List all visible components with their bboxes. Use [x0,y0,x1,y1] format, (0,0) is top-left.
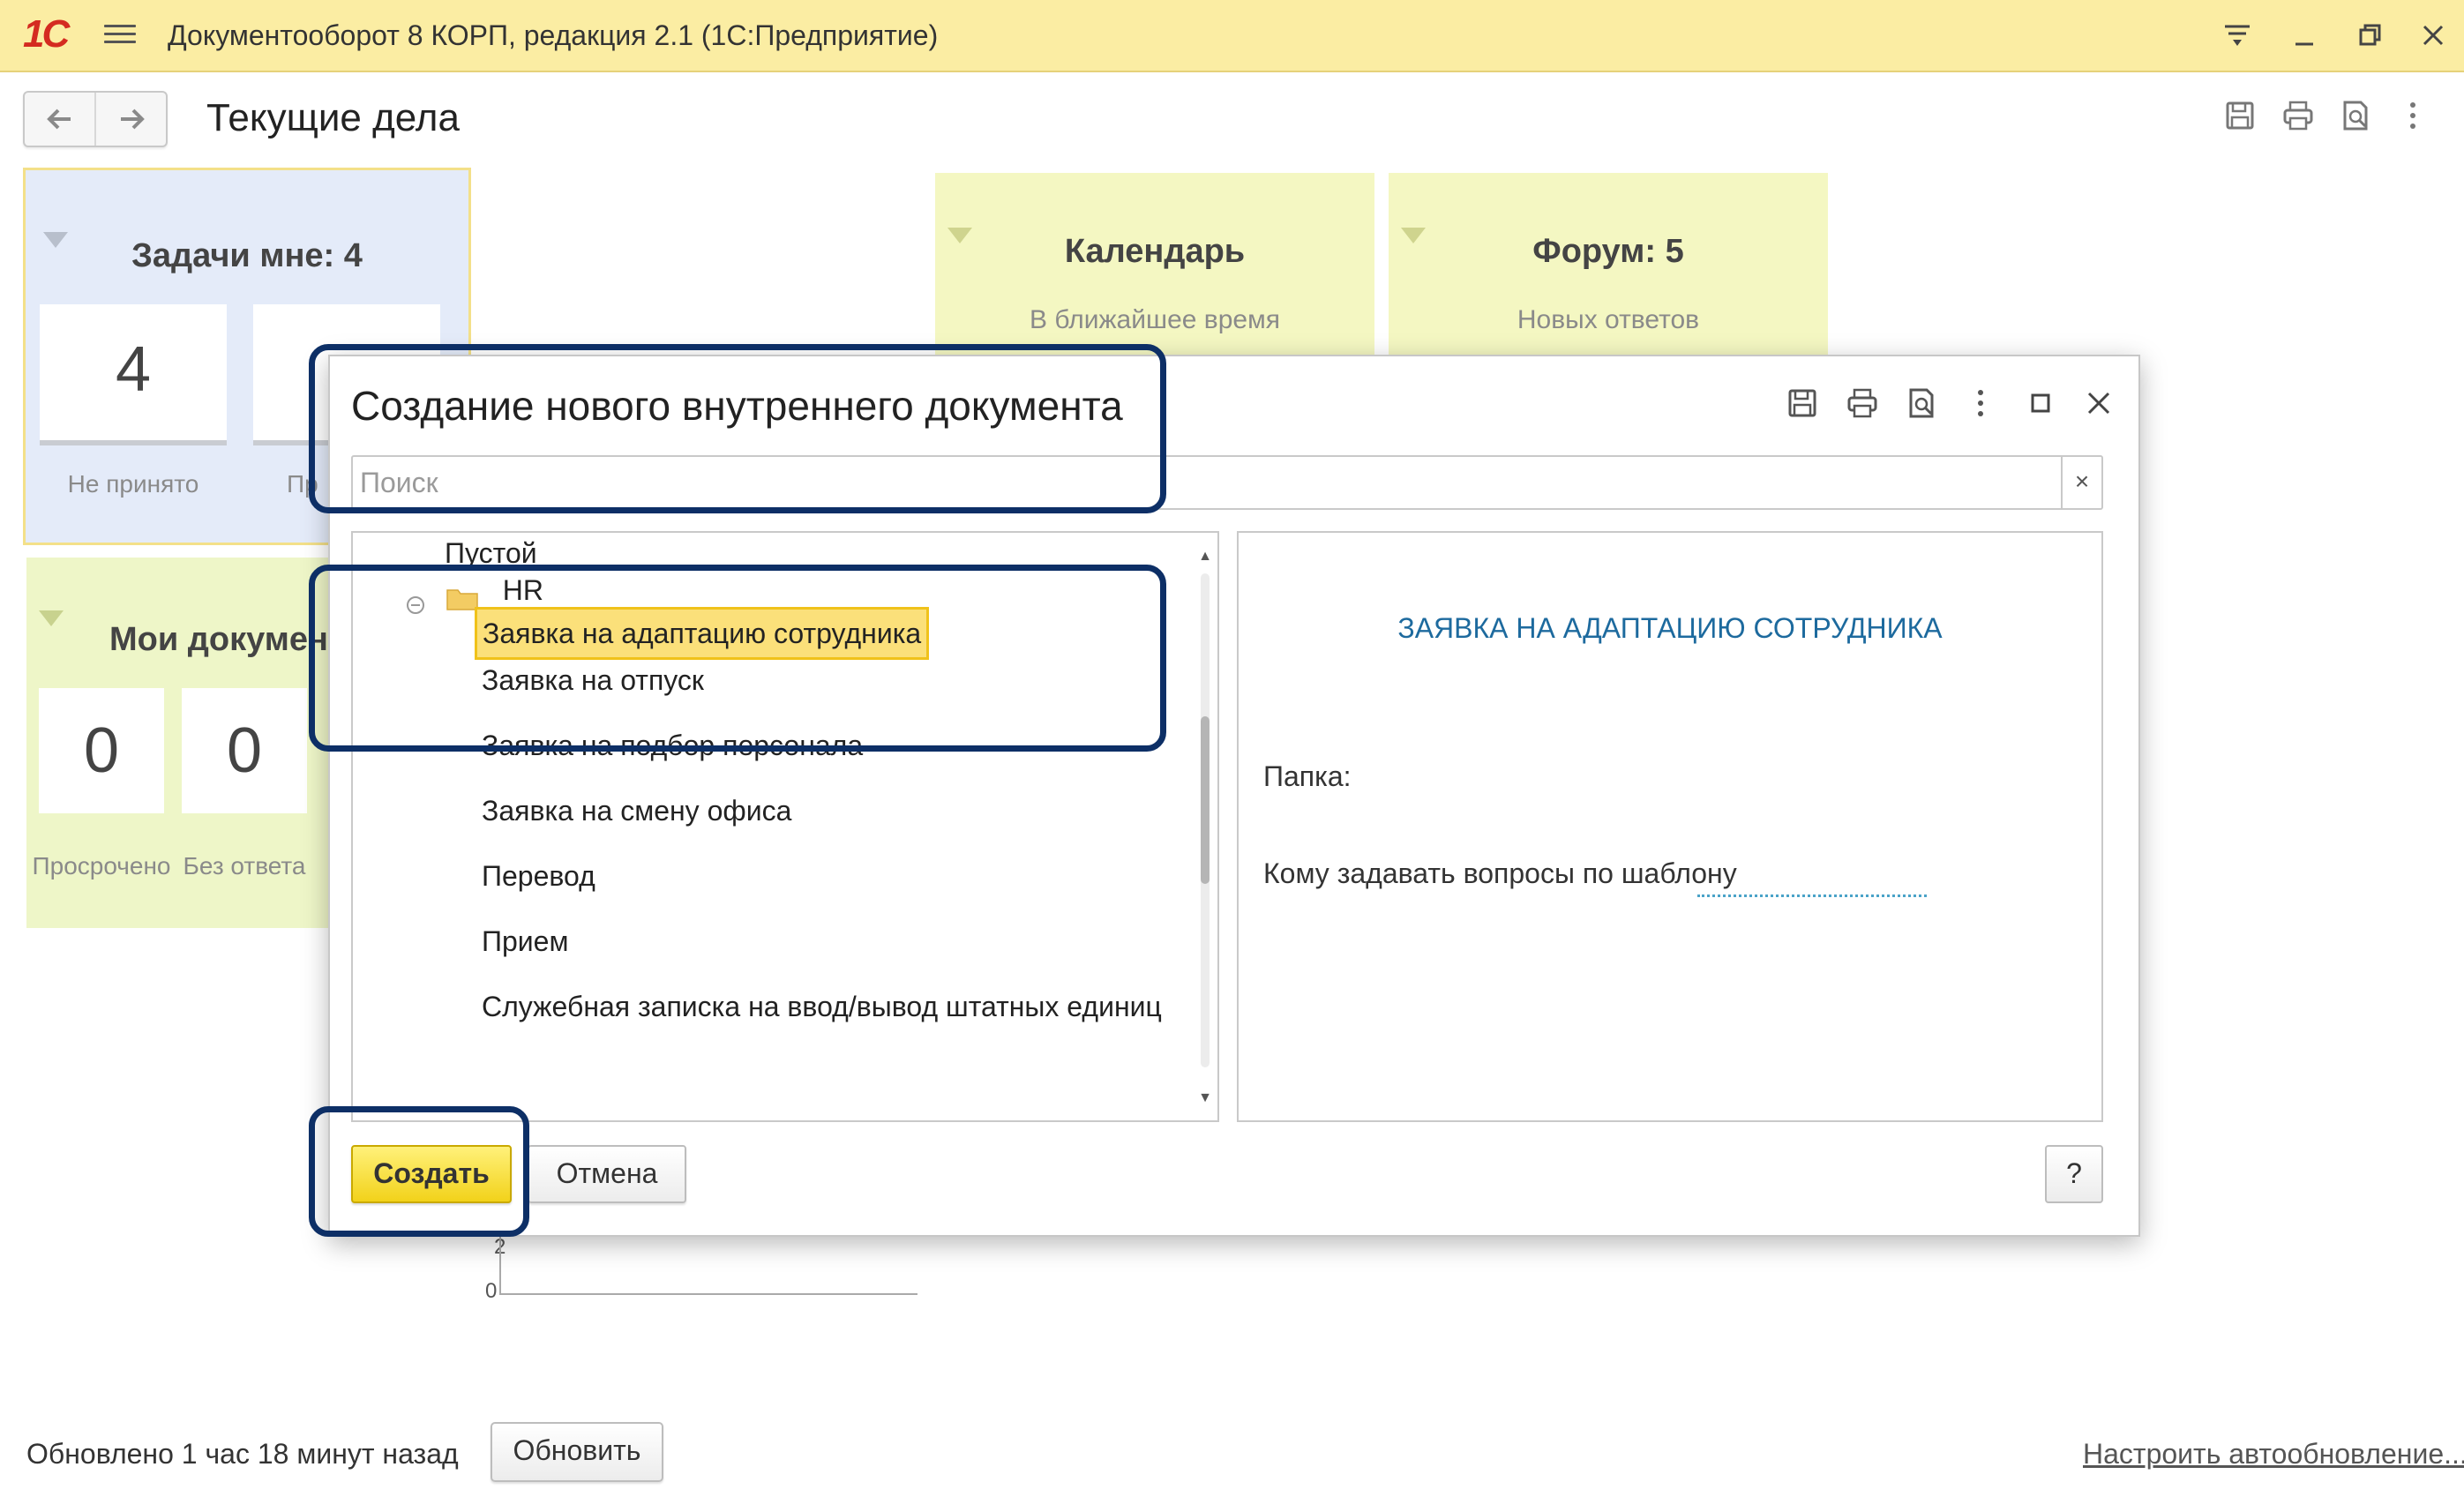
menu-icon[interactable] [104,19,136,51]
back-arrow-icon[interactable] [25,93,94,146]
help-button[interactable]: ? [2045,1145,2103,1203]
highlight-create-button [309,1106,529,1237]
tree-scrollbar[interactable]: ▲ ▼ [1198,549,1212,1113]
collapse-triangle-icon[interactable] [39,610,64,626]
tasks-panel-title: Задачи мне: 4 [131,237,363,274]
tile-value: 0 [226,715,263,786]
preview-contact-link[interactable] [1697,894,1927,897]
updated-status: Обновлено 1 час 18 минут назад [26,1438,459,1470]
tile-caption: Без ответа [183,852,306,879]
preview-title: ЗАЯВКА НА АДАПТАЦИЮ СОТРУДНИКА [1397,612,1943,644]
task-tile-not-accepted[interactable]: 4 [40,304,227,445]
chart-y-axis [499,1235,501,1295]
clear-search-icon[interactable]: × [2061,457,2101,508]
tile-caption: Не принято [67,470,199,498]
highlight-dialog-title [309,344,1166,513]
forum-panel: Форум: 5 Новых ответов [1389,173,1828,358]
scroll-thumb[interactable] [1201,716,1210,884]
app-logo: 1С [23,12,70,56]
forward-arrow-icon[interactable] [96,93,166,146]
filter-icon[interactable] [2218,16,2257,55]
auto-refresh-link[interactable]: Настроить автообновление... [2083,1433,2464,1474]
restore-icon[interactable] [2350,16,2389,55]
close-icon[interactable] [2414,16,2453,55]
print-icon[interactable] [1842,383,1883,423]
preview-icon[interactable] [2336,95,2377,136]
preview-questions-label: Кому задавать вопросы по шаблону [1263,857,1737,889]
calendar-panel: Календарь В ближайшее время [935,173,1374,358]
template-preview: ЗАЯВКА НА АДАПТАЦИЮ СОТРУДНИКА Папка: Ко… [1237,531,2103,1122]
tree-item[interactable]: Заявка на смену офиса [482,789,791,833]
more-icon[interactable] [2393,95,2433,136]
preview-icon[interactable] [1902,383,1943,423]
scroll-down-icon[interactable]: ▼ [1198,1090,1212,1106]
minimize-icon[interactable] [2285,16,2324,55]
preview-folder-label: Папка: [1263,760,1352,792]
scroll-up-icon[interactable]: ▲ [1198,549,1212,565]
calendar-subtitle: В ближайшее время [1030,305,1280,334]
title-bar: 1С Документооборот 8 КОРП, редакция 2.1 … [0,0,2464,72]
doc-tile-overdue[interactable]: 0 [39,688,164,813]
tile-caption: Просрочено [32,852,171,879]
tree-item[interactable]: Прием [482,919,568,963]
maximize-icon[interactable] [2020,383,2061,423]
refresh-button[interactable]: Обновить [491,1422,663,1482]
save-icon[interactable] [1782,383,1823,423]
chart-remnant: 2 0 [485,1235,917,1303]
forum-panel-title: Форум: 5 [1532,233,1684,270]
chart-x-axis [499,1293,917,1295]
tree-item[interactable]: Служебная записка на ввод/вывод штатных … [482,984,1162,1029]
calendar-panel-title: Календарь [1064,233,1246,270]
tree-item[interactable]: Перевод [482,854,595,898]
forum-subtitle: Новых ответов [1517,305,1700,334]
chart-tick-label: 0 [485,1279,498,1303]
print-icon[interactable] [2278,95,2318,136]
navigation-buttons [23,91,168,147]
tile-value: 4 [115,334,152,405]
documents-panel: Мои докумен 0 Просрочено 0 Без ответа [26,558,335,928]
doc-tile-no-answer[interactable]: 0 [182,688,307,813]
highlight-selected-template [309,565,1166,752]
app-title: Документооборот 8 КОРП, редакция 2.1 (1С… [168,19,939,51]
save-icon[interactable] [2220,95,2260,136]
page-title: Текущие дела [206,96,460,139]
more-icon[interactable] [1960,383,2001,423]
close-icon[interactable] [2078,383,2119,423]
tile-value: 0 [83,715,120,786]
documents-panel-title: Мои докумен [109,621,328,658]
cancel-button[interactable]: Отмена [528,1145,686,1203]
